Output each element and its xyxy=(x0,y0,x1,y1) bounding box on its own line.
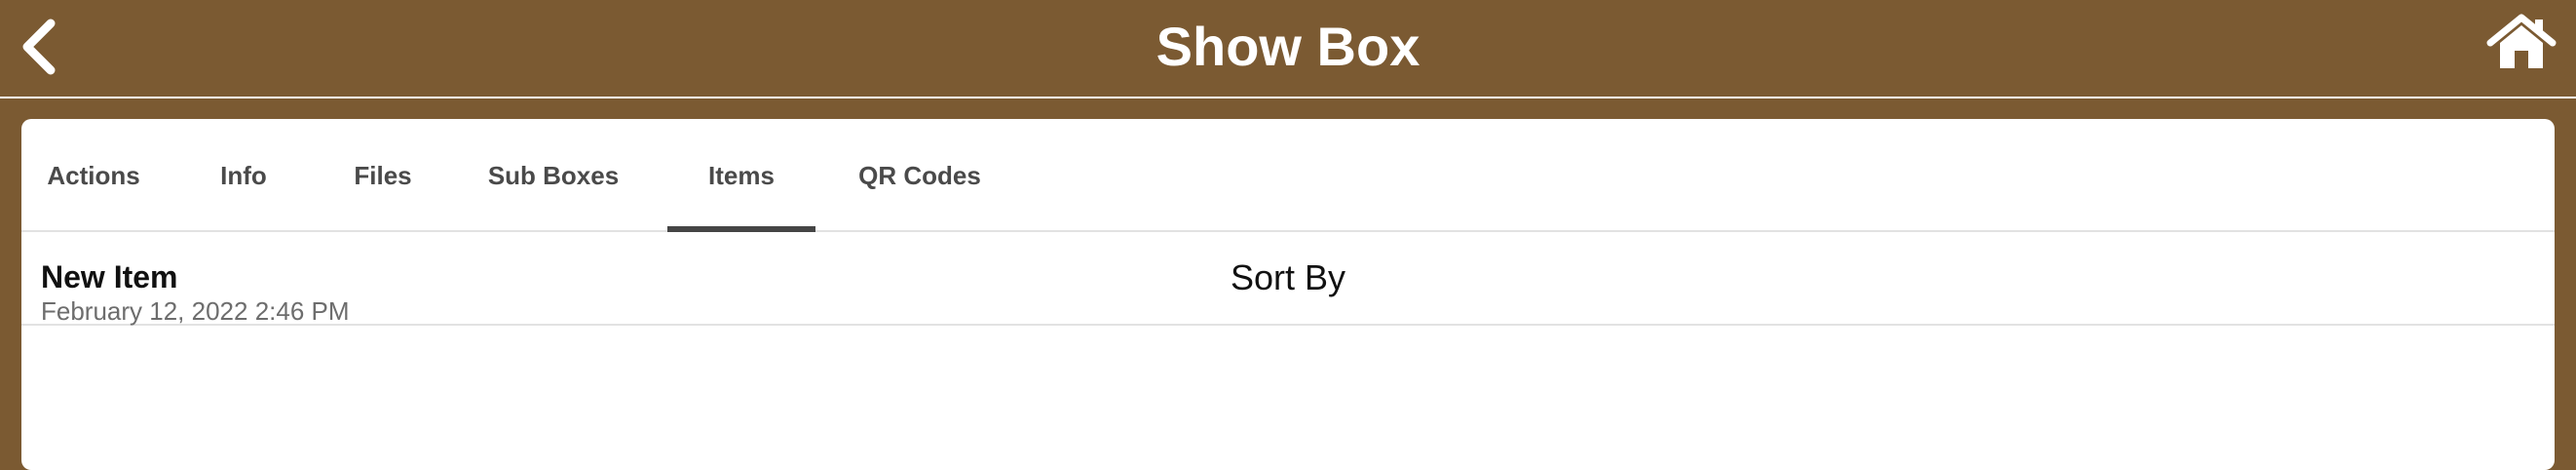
home-button[interactable] xyxy=(2486,14,2557,72)
tab-qr-codes[interactable]: QR Codes xyxy=(852,119,988,232)
item-name: New Item xyxy=(41,259,178,294)
page-title: Show Box xyxy=(1155,16,1421,77)
sort-by-label: Sort By xyxy=(1230,257,1346,297)
tab-sub-boxes[interactable]: Sub Boxes xyxy=(475,119,631,232)
tab-info[interactable]: Info xyxy=(205,119,283,232)
sort-by-button[interactable]: Sort By xyxy=(21,232,2555,326)
item-date: February 12, 2022 2:46 PM xyxy=(41,296,350,326)
home-icon xyxy=(2486,14,2557,68)
tab-bar: Actions Info Files Sub Boxes Items QR Co… xyxy=(21,119,2555,232)
header-bar: Show Box xyxy=(0,0,2576,98)
content-card: Actions Info Files Sub Boxes Items QR Co… xyxy=(21,119,2555,470)
tab-files[interactable]: Files xyxy=(343,119,423,232)
tab-items[interactable]: Items xyxy=(667,119,815,232)
list-item[interactable] xyxy=(21,326,2555,452)
tab-actions[interactable]: Actions xyxy=(39,119,148,232)
